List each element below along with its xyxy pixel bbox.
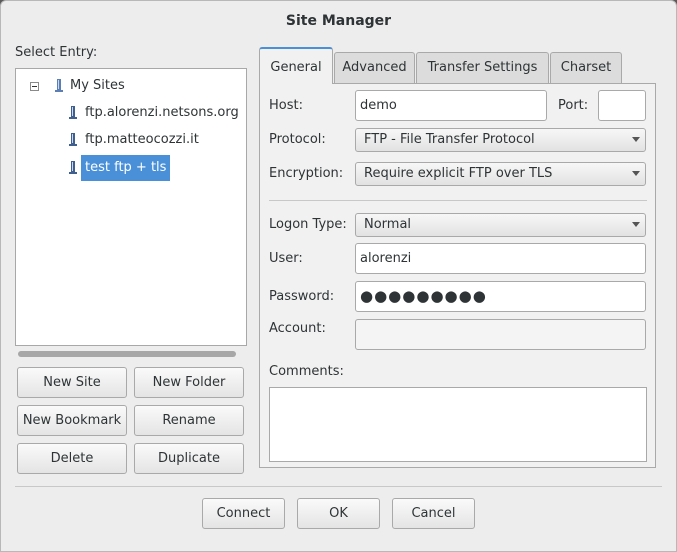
comments-textarea[interactable] xyxy=(269,387,647,462)
cancel-button[interactable]: Cancel xyxy=(392,498,475,529)
port-input[interactable] xyxy=(598,90,646,121)
collapse-icon[interactable] xyxy=(30,82,39,91)
logon-type-select[interactable]: Normal xyxy=(355,213,646,237)
account-label: Account: xyxy=(269,321,326,336)
protocol-value: FTP - File Transfer Protocol xyxy=(364,132,535,147)
ok-button[interactable]: OK xyxy=(297,498,380,529)
server-icon xyxy=(69,133,77,146)
user-input[interactable]: alorenzi xyxy=(355,243,646,274)
tree-horizontal-scrollbar[interactable] xyxy=(15,349,247,359)
tree-item-alorenzi[interactable]: ftp.alorenzi.netsons.org xyxy=(16,102,246,124)
encryption-label: Encryption: xyxy=(269,166,344,181)
host-input[interactable]: demo xyxy=(355,90,547,121)
host-label: Host: xyxy=(269,98,303,113)
user-label: User: xyxy=(269,251,303,266)
tree-item-test-ftp-tls[interactable]: test ftp + tls xyxy=(16,155,246,181)
connect-button[interactable]: Connect xyxy=(202,498,285,529)
folder-sites-icon xyxy=(55,79,63,92)
new-bookmark-button[interactable]: New Bookmark xyxy=(17,405,127,436)
logon-type-label: Logon Type: xyxy=(269,217,347,232)
tree-root-row[interactable]: My Sites xyxy=(16,75,246,97)
password-input[interactable]: ●●●●●●●●● xyxy=(355,281,646,312)
footer-divider xyxy=(15,486,662,487)
delete-button[interactable]: Delete xyxy=(17,443,127,474)
duplicate-button[interactable]: Duplicate xyxy=(134,443,244,474)
tree-item-label-selected: test ftp + tls xyxy=(81,155,171,181)
rename-button[interactable]: Rename xyxy=(134,405,244,436)
password-label: Password: xyxy=(269,289,335,304)
tree-item-matteocozzi[interactable]: ftp.matteocozzi.it xyxy=(16,129,246,151)
scrollbar-thumb[interactable] xyxy=(18,351,236,357)
new-folder-button[interactable]: New Folder xyxy=(134,367,244,398)
chevron-down-icon xyxy=(632,171,640,176)
server-icon xyxy=(69,106,77,119)
tree-item-label: ftp.alorenzi.netsons.org xyxy=(85,105,239,120)
tab-charset[interactable]: Charset xyxy=(550,52,622,83)
server-icon xyxy=(69,161,77,174)
protocol-select[interactable]: FTP - File Transfer Protocol xyxy=(355,128,646,152)
tab-advanced[interactable]: Advanced xyxy=(334,52,415,83)
chevron-down-icon xyxy=(632,222,640,227)
window-title: Site Manager xyxy=(285,13,392,29)
encryption-value: Require explicit FTP over TLS xyxy=(364,166,553,181)
logon-type-value: Normal xyxy=(364,217,412,232)
chevron-down-icon xyxy=(632,137,640,142)
site-manager-window: Site Manager Select Entry: My Sites ftp.… xyxy=(0,0,677,552)
tree-item-label: ftp.matteocozzi.it xyxy=(85,132,199,147)
account-input xyxy=(355,319,646,350)
tab-general[interactable]: General xyxy=(259,47,333,84)
comments-label: Comments: xyxy=(269,364,344,379)
tab-transfer-settings[interactable]: Transfer Settings xyxy=(416,52,549,83)
site-tree[interactable]: My Sites ftp.alorenzi.netsons.org ftp.ma… xyxy=(15,68,247,346)
protocol-label: Protocol: xyxy=(269,132,326,147)
select-entry-label: Select Entry: xyxy=(15,45,98,60)
port-label: Port: xyxy=(558,98,589,113)
tree-root-label: My Sites xyxy=(70,78,125,93)
new-site-button[interactable]: New Site xyxy=(17,367,127,398)
section-divider xyxy=(269,200,647,201)
encryption-select[interactable]: Require explicit FTP over TLS xyxy=(355,162,646,186)
